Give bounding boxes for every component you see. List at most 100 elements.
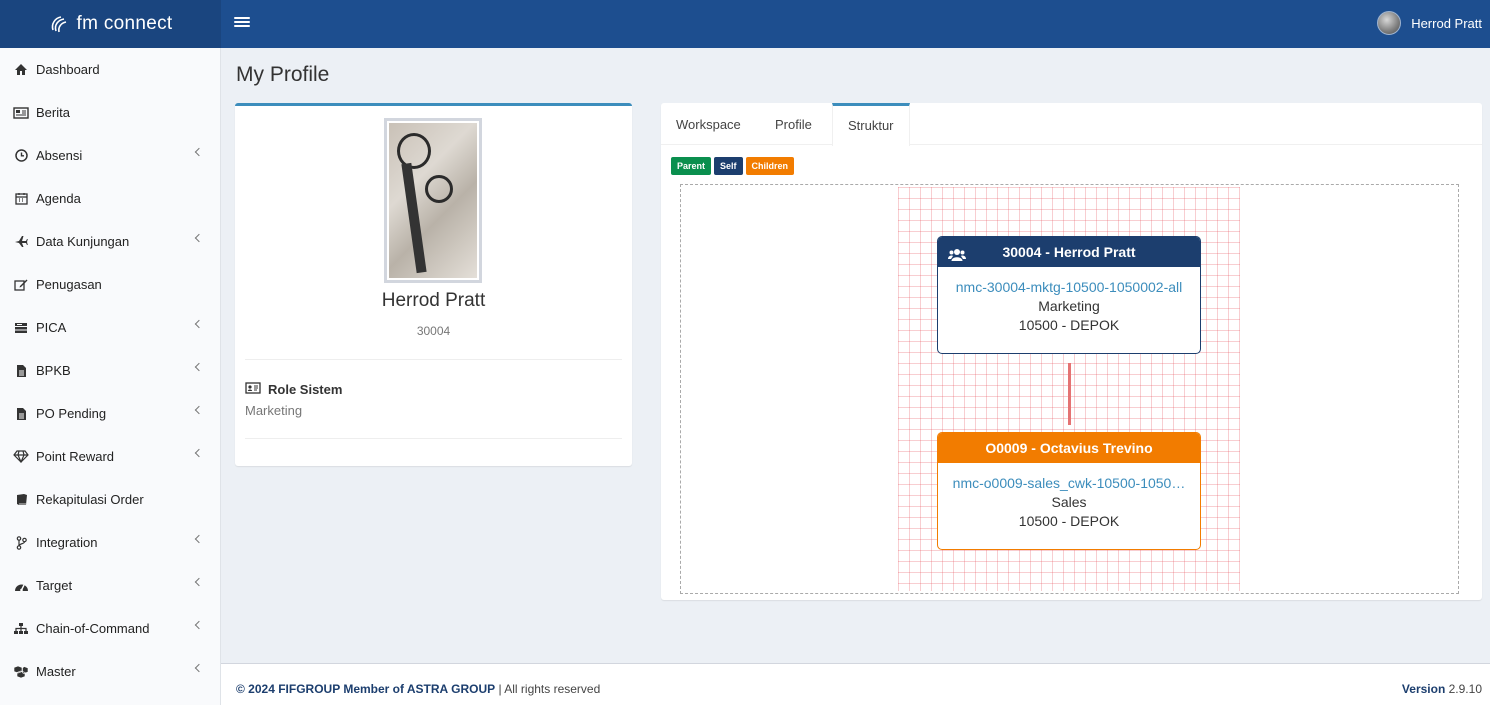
footer: © 2024 FIFGROUP Member of ASTRA GROUP | … — [221, 663, 1490, 705]
sitemap-icon — [13, 622, 29, 636]
sidebar-item-chain-of-command[interactable]: Chain-of-Command — [0, 607, 220, 650]
calendar-icon — [13, 192, 29, 206]
org-node-code-link[interactable]: nmc-o0009-sales_cwk-10500-1050… — [938, 475, 1200, 491]
sidebar-item-target[interactable]: Target — [0, 564, 220, 607]
tabs-card: Workspace Profile Struktur Parent Self C… — [661, 103, 1482, 600]
org-node-child[interactable]: O0009 - Octavius Trevino nmc-o0009-sales… — [937, 432, 1201, 550]
chevron-left-icon — [194, 663, 204, 673]
sidebar-item-label: Absensi — [36, 148, 83, 163]
brand-name: fm connect — [76, 13, 173, 34]
chevron-left-icon — [194, 534, 204, 544]
sidebar-item-point-reward[interactable]: Point Reward — [0, 435, 220, 478]
org-node-department: Marketing — [1038, 298, 1100, 314]
chevron-left-icon — [194, 577, 204, 587]
footer-copyright: © 2024 FIFGROUP Member of ASTRA GROUP | … — [236, 682, 600, 696]
sidebar-item-label: PO Pending — [36, 406, 107, 421]
version-label: Version — [1401, 682, 1446, 696]
chevron-left-icon — [194, 319, 204, 329]
chevron-left-icon — [194, 620, 204, 630]
org-node-code-link[interactable]: nmc-30004-mktg-10500-1050002-all — [938, 279, 1200, 295]
role-value: Marketing — [245, 403, 303, 418]
divider — [245, 359, 622, 360]
org-connector-line — [1068, 363, 1071, 425]
role-label-text: Role Sistem — [268, 382, 343, 397]
footer-version: Version 2.9.10 — [1402, 682, 1482, 696]
tab-struktur[interactable]: Struktur — [832, 103, 910, 146]
sidebar-item-data-kunjungan[interactable]: Data Kunjungan — [0, 220, 220, 263]
profile-photo — [384, 118, 482, 283]
tab-workspace[interactable]: Workspace — [661, 103, 756, 145]
org-node-department: Sales — [1051, 494, 1087, 510]
org-node-self[interactable]: 30004 - Herrod Pratt nmc-30004-mktg-1050… — [937, 236, 1201, 354]
sidebar-toggle-button[interactable] — [234, 15, 250, 31]
cubes-icon — [13, 665, 29, 679]
sidebar-item-pica[interactable]: PICA — [0, 306, 220, 349]
org-node-header: 30004 - Herrod Pratt — [938, 237, 1200, 267]
gauge-icon — [13, 579, 29, 593]
home-icon — [13, 63, 29, 77]
brand-logo[interactable]: fm connect — [0, 0, 221, 48]
branch-icon — [13, 535, 29, 550]
sidebar-item-penugasan[interactable]: Penugasan — [0, 263, 220, 306]
page-title: My Profile — [236, 63, 330, 86]
sidebar-item-label: Penugasan — [36, 277, 102, 292]
tab-bar: Workspace Profile Struktur — [661, 103, 1482, 146]
legend-children-badge: Children — [745, 157, 795, 175]
book-icon — [13, 493, 29, 507]
legend-parent-badge: Parent — [671, 157, 712, 175]
sidebar-item-label: Target — [36, 578, 73, 593]
sidebar-item-label: Berita — [36, 105, 70, 120]
sidebar-item-label: Data Kunjungan — [36, 234, 130, 249]
profile-name: Herrod Pratt — [381, 290, 486, 311]
role-label: Role Sistem — [245, 382, 342, 397]
org-node-branch: 10500 - DEPOK — [1018, 317, 1120, 333]
sidebar-item-label: BPKB — [36, 363, 71, 378]
sidebar-item-berita[interactable]: Berita — [0, 91, 220, 134]
list-icon — [13, 321, 29, 335]
file-icon — [13, 364, 29, 378]
legend-self-badge: Self — [714, 157, 743, 175]
clock-icon — [13, 149, 29, 163]
sidebar-item-label: Rekapitulasi Order — [36, 492, 144, 507]
chevron-left-icon — [194, 233, 204, 243]
sidebar-item-label: Point Reward — [36, 449, 115, 464]
org-node-branch: 10500 - DEPOK — [1018, 513, 1120, 529]
chevron-left-icon — [194, 362, 204, 372]
avatar — [1377, 11, 1402, 35]
diamond-icon — [13, 450, 29, 464]
org-legend: Parent Self Children — [671, 157, 795, 175]
sidebar-item-dashboard[interactable]: Dashboard — [0, 48, 220, 91]
user-menu[interactable]: Herrod Pratt — [1377, 11, 1482, 35]
users-icon — [948, 243, 966, 273]
sidebar-item-absensi[interactable]: Absensi — [0, 134, 220, 177]
chevron-left-icon — [194, 405, 204, 415]
sidebar-item-label: PICA — [36, 320, 67, 335]
tab-profile[interactable]: Profile — [760, 103, 827, 145]
newspaper-icon — [13, 106, 29, 120]
fm-logo-icon — [51, 16, 66, 33]
sidebar-item-label: Master — [36, 664, 76, 679]
sidebar-item-rekapitulasi-order[interactable]: Rekapitulasi Order — [0, 478, 220, 521]
rights-text: | All rights reserved — [495, 682, 601, 696]
version-number: 2.9.10 — [1448, 682, 1482, 696]
chevron-left-icon — [194, 448, 204, 458]
chevron-left-icon — [194, 147, 204, 157]
sidebar-item-integration[interactable]: Integration — [0, 521, 220, 564]
id-card-icon — [245, 382, 261, 397]
copyright-text: © 2024 FIFGROUP Member of ASTRA GROUP — [236, 682, 496, 696]
sidebar-item-agenda[interactable]: Agenda — [0, 177, 220, 220]
org-node-header: O0009 - Octavius Trevino — [938, 433, 1200, 463]
sidebar-item-po-pending[interactable]: PO Pending — [0, 392, 220, 435]
top-navbar: fm connect Herrod Pratt — [0, 0, 1490, 48]
sidebar-item-label: Integration — [36, 535, 98, 550]
sidebar-item-bpkb[interactable]: BPKB — [0, 349, 220, 392]
profile-card: Herrod Pratt 30004 Role Sistem Marketing — [235, 103, 632, 466]
sidebar: Dashboard Berita Absensi Agenda Data Kun… — [0, 48, 221, 705]
plane-icon — [13, 235, 29, 249]
edit-icon — [13, 278, 29, 292]
org-chart-area[interactable]: 30004 - Herrod Pratt nmc-30004-mktg-1050… — [680, 184, 1459, 594]
sidebar-item-master[interactable]: Master — [0, 650, 220, 693]
divider — [245, 438, 622, 439]
org-node-title: O0009 - Octavius Trevino — [985, 440, 1153, 456]
org-node-title: 30004 - Herrod Pratt — [1002, 244, 1136, 260]
